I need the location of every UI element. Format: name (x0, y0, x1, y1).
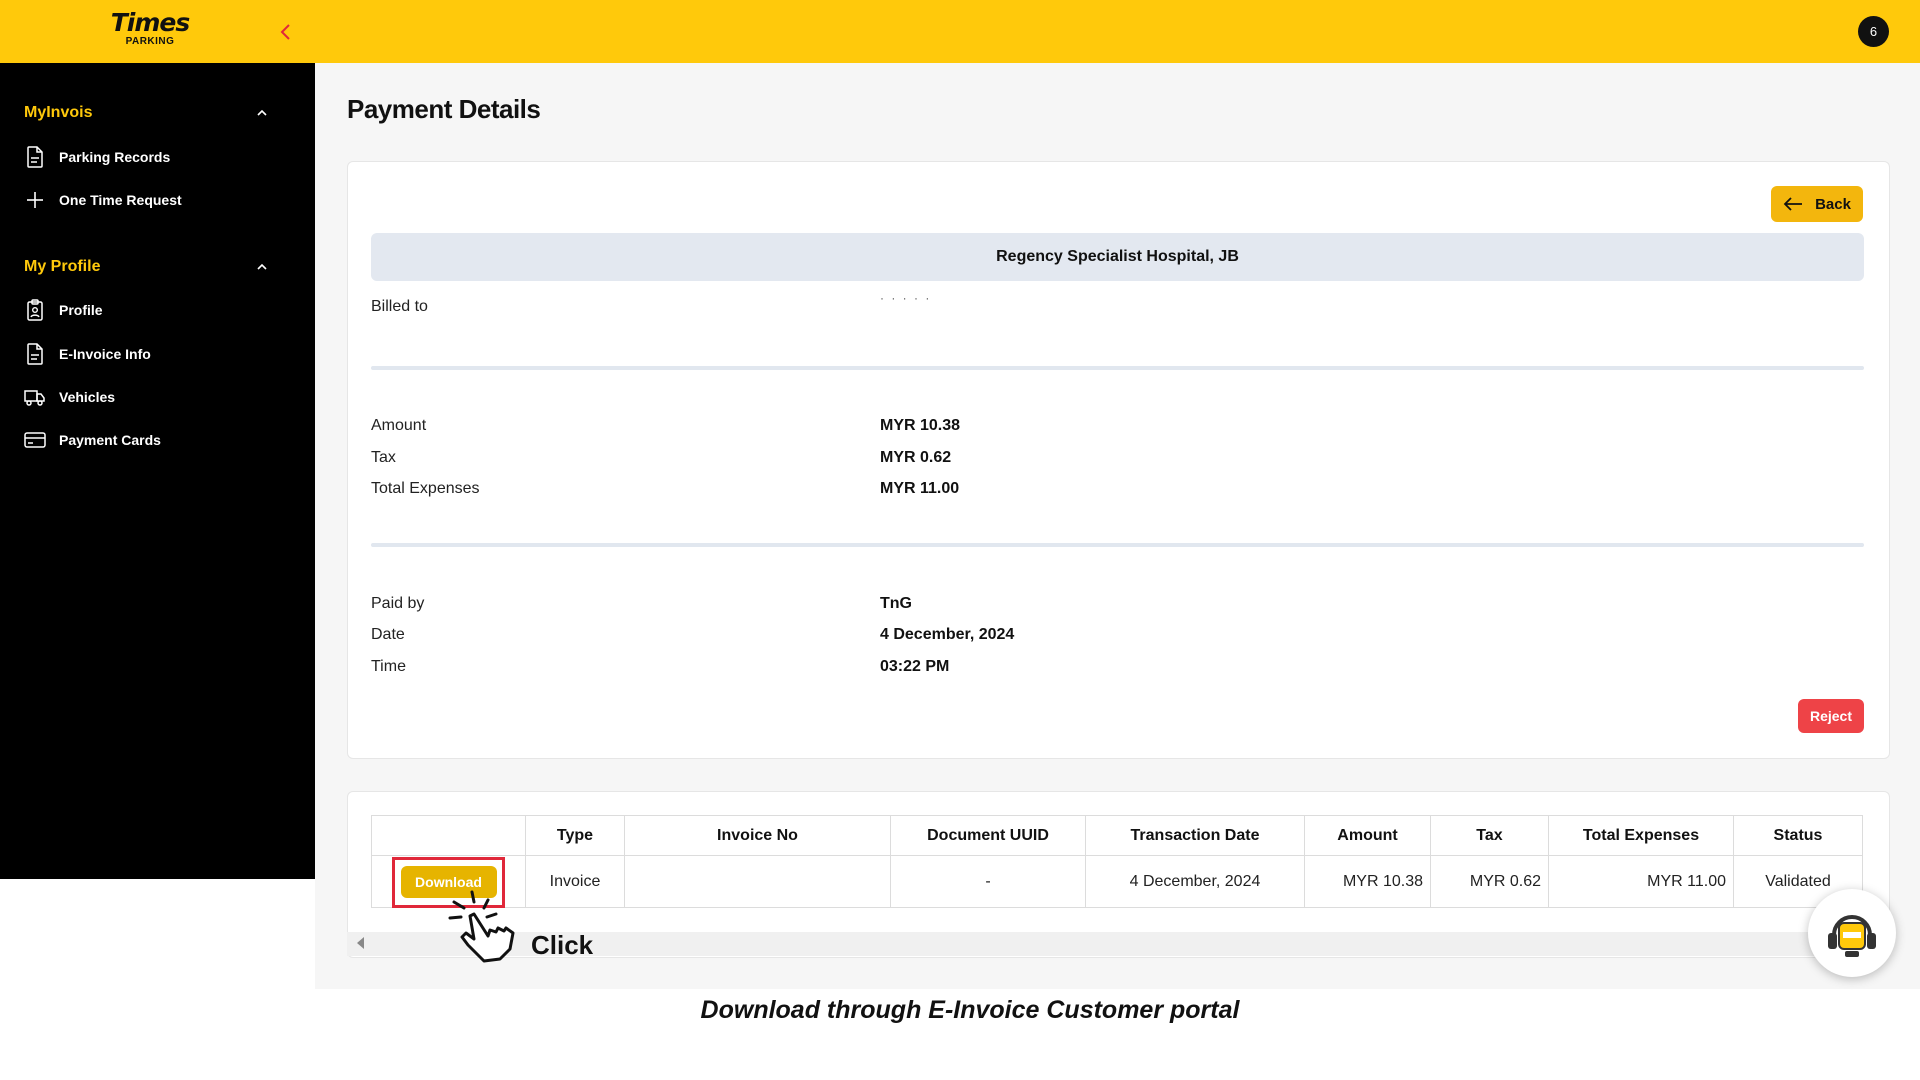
time-label: Time (371, 658, 406, 675)
column-header: Tax (1430, 815, 1549, 856)
column-header: Transaction Date (1085, 815, 1305, 856)
sidebar-item-vehicles[interactable]: Vehicles (24, 383, 284, 411)
document-icon (24, 146, 46, 168)
sidebar-item-label: Vehicles (59, 389, 116, 405)
sidebar-item-label: Parking Records (59, 149, 171, 165)
table-header-row: Type Invoice No Document UUID Transactio… (371, 815, 1863, 856)
amount-value: MYR 10.38 (880, 417, 961, 434)
arrow-left-icon (1783, 197, 1803, 211)
pointing-hand-icon (448, 890, 515, 963)
tax-label: Tax (371, 449, 396, 466)
type-cell: Invoice (525, 855, 625, 908)
section-title: My Profile (24, 258, 101, 275)
scroll-left-arrow-icon[interactable] (357, 937, 364, 949)
paid-by-label: Paid by (371, 595, 425, 612)
chevron-up-icon (257, 109, 267, 116)
back-label: Back (1815, 195, 1851, 213)
tax-value: MYR 0.62 (880, 449, 952, 466)
date-value: 4 December, 2024 (880, 626, 1015, 643)
column-header: Status (1733, 815, 1863, 856)
click-annotation-label: Click (531, 930, 594, 960)
sidebar-item-label: One Time Request (59, 192, 182, 208)
billed-to-value: · · · · · (880, 291, 932, 305)
sidebar-item-label: Profile (59, 302, 103, 318)
sidebar-item-payment-cards[interactable]: Payment Cards (24, 426, 284, 454)
reject-button[interactable]: Reject (1798, 699, 1864, 733)
document-icon (24, 343, 46, 365)
total-expenses-value: MYR 11.00 (880, 480, 960, 497)
date-label: Date (371, 626, 405, 643)
sidebar-section-myinvois[interactable]: MyInvois (24, 101, 269, 125)
truck-icon (24, 386, 46, 408)
section-title: MyInvois (24, 104, 93, 121)
column-header: Amount (1304, 815, 1431, 856)
divider (371, 366, 1864, 370)
divider (371, 543, 1864, 547)
brand-logo[interactable]: Times PARKING (108, 10, 192, 48)
sidebar-item-label: Payment Cards (59, 432, 161, 448)
total-expenses-cell: MYR 11.00 (1548, 855, 1734, 908)
sidebar-item-parking-records[interactable]: Parking Records (24, 143, 284, 171)
sidebar-section-my-profile[interactable]: My Profile (24, 255, 269, 279)
back-button[interactable]: Back (1771, 186, 1863, 222)
total-expenses-label: Total Expenses (371, 480, 480, 497)
document-uuid-cell: - (890, 855, 1086, 908)
brand-name: Times (110, 8, 191, 37)
sidebar-item-one-time-request[interactable]: One Time Request (24, 186, 284, 214)
column-header: Type (525, 815, 625, 856)
page-title: Payment Details (347, 94, 541, 124)
sidebar-item-profile[interactable]: Profile (24, 296, 284, 324)
column-header (371, 815, 526, 856)
amount-label: Amount (371, 417, 427, 434)
table-row: Download Invoice - 4 December, 2024 MYR … (371, 855, 1863, 908)
headset-agent-icon (1828, 915, 1876, 957)
column-header: Invoice No (624, 815, 891, 856)
caption: Download through E-Invoice Customer port… (700, 996, 1240, 1024)
time-value: 03:22 PM (880, 658, 950, 675)
id-card-icon (24, 299, 46, 321)
chevron-left-icon (280, 24, 290, 40)
chevron-up-icon (257, 263, 267, 270)
notification-badge[interactable]: 6 (1858, 16, 1889, 47)
plus-icon (24, 189, 46, 211)
sidebar-item-label: E-Invoice Info (59, 346, 151, 362)
location-name: Regency Specialist Hospital, JB (371, 233, 1864, 281)
amount-cell: MYR 10.38 (1304, 855, 1431, 908)
invoice-table: Type Invoice No Document UUID Transactio… (371, 815, 1863, 908)
paid-by-value: TnG (880, 595, 912, 612)
column-header: Document UUID (890, 815, 1086, 856)
collapse-sidebar-button[interactable] (276, 20, 296, 44)
billed-to-label: Billed to (371, 298, 428, 315)
sidebar-item-e-invoice-info[interactable]: E-Invoice Info (24, 340, 284, 368)
column-header: Total Expenses (1548, 815, 1734, 856)
credit-card-icon (24, 429, 46, 451)
brand-sub: PARKING (125, 36, 175, 47)
transaction-date-cell: 4 December, 2024 (1085, 855, 1305, 908)
invoice-no-cell (624, 855, 891, 908)
tax-cell: MYR 0.62 (1430, 855, 1549, 908)
support-chat-button[interactable] (1808, 889, 1896, 977)
